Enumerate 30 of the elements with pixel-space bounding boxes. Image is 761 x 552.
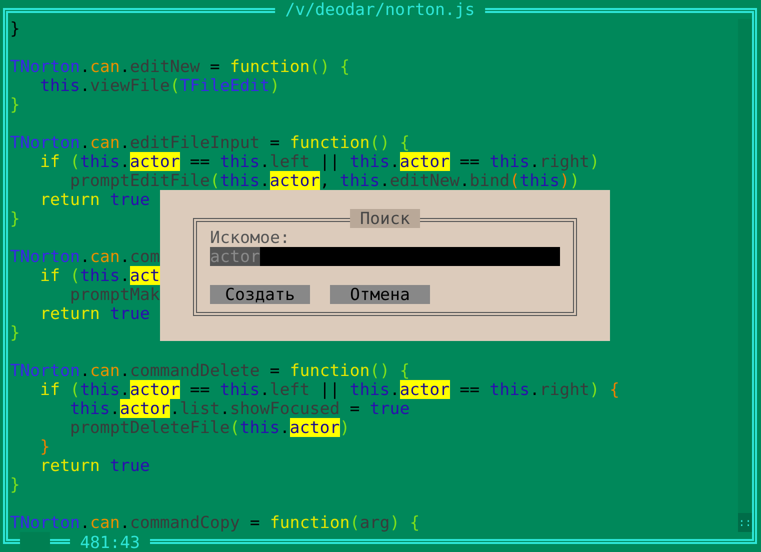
code-line: if (this.act xyxy=(38,266,160,285)
code-line: this.actor.list.showFocused = true xyxy=(68,399,410,418)
scroll-thumb[interactable]: :: xyxy=(738,513,752,532)
code-line: return true xyxy=(38,456,150,475)
search-label: Искомое: xyxy=(210,228,291,247)
code-line: promptMak xyxy=(68,285,160,304)
scrollbar[interactable]: :: xyxy=(738,19,752,532)
code-line: } xyxy=(10,323,20,342)
code-line: if (this.actor == this.left || this.actor == this.right) xyxy=(38,152,600,171)
code-line: } xyxy=(10,95,20,114)
dialog-button[interactable]: Создать xyxy=(210,285,310,304)
code-line: return true xyxy=(38,190,150,209)
file-title: /v/deodar/norton.js xyxy=(275,0,485,19)
code-line: TNorton.can.editNew = function() { xyxy=(10,57,350,76)
code-line: return true xyxy=(38,304,150,323)
code-line: } xyxy=(38,437,50,456)
horizontal-scroll-thumb[interactable] xyxy=(20,532,50,552)
code-line: promptDeleteFile(this.actor) xyxy=(68,418,350,437)
code-line: } xyxy=(10,475,20,494)
code-line: TNorton.can.commandCopy = function(arg) { xyxy=(10,513,420,532)
code-line: } xyxy=(10,19,20,38)
dialog-button[interactable]: Отмена xyxy=(330,285,430,304)
code-line: TNorton.can.commandDelete = function() { xyxy=(10,361,410,380)
code-line: TNorton.can.com xyxy=(10,247,160,266)
code-line: this.viewFile(TFileEdit) xyxy=(38,76,280,95)
dialog-title: Поиск xyxy=(350,209,420,228)
code-line: TNorton.can.editFileInput = function() { xyxy=(10,133,410,152)
code-line: } xyxy=(10,209,20,228)
code-line: promptEditFile(this.actor, this.editNew.bind(this)) xyxy=(68,171,580,190)
code-line: if (this.actor == this.left || this.actor == this.right) { xyxy=(38,380,620,399)
